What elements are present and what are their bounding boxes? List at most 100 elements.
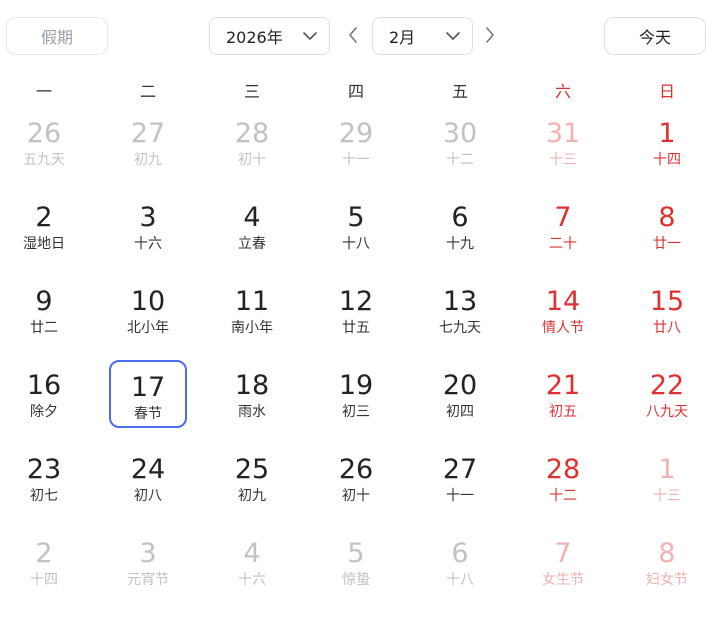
lunar-date-label: 初七 [30, 488, 58, 504]
day-cell[interactable]: 11 南小年 [213, 276, 291, 344]
weekday-label: 二 [139, 82, 156, 101]
day-cell[interactable]: 4 十六 [213, 528, 291, 596]
year-select-value: 2026年 [226, 28, 283, 47]
day-cell[interactable]: 22 八九天 [628, 360, 706, 428]
lunar-date-label: 二十 [549, 236, 577, 252]
day-number: 8 [658, 538, 676, 569]
lunar-date-label: 十一 [342, 152, 370, 168]
lunar-date-label: 十九 [446, 236, 474, 252]
lunar-date-label: 十六 [238, 572, 266, 588]
day-number: 8 [658, 202, 676, 233]
day-cell[interactable]: 28 初十 [213, 108, 291, 176]
day-cell[interactable]: 10 北小年 [109, 276, 187, 344]
day-cell[interactable]: 8 妇女节 [628, 528, 706, 596]
day-cell[interactable]: 2 十四 [5, 528, 83, 596]
chevron-left-icon[interactable] [348, 27, 358, 43]
chevron-right-icon[interactable] [485, 27, 495, 43]
lunar-date-label: 女生节 [542, 572, 584, 588]
day-cell[interactable]: 13 七九天 [421, 276, 499, 344]
lunar-date-label: 十二 [446, 152, 474, 168]
day-cell[interactable]: 7 二十 [524, 192, 602, 260]
lunar-date-label: 初九 [238, 488, 266, 504]
day-cell[interactable]: 26 初十 [317, 444, 395, 512]
weekday-header: 一二三四五六日 [0, 78, 722, 102]
day-cell[interactable]: 1 十四 [628, 108, 706, 176]
lunar-date-label: 除夕 [30, 404, 58, 420]
day-number: 14 [545, 286, 581, 317]
day-cell[interactable]: 18 雨水 [213, 360, 291, 428]
day-cell[interactable]: 12 廿五 [317, 276, 395, 344]
day-cell[interactable]: 14 情人节 [524, 276, 602, 344]
day-number: 6 [451, 538, 469, 569]
day-cell[interactable]: 5 惊蛰 [317, 528, 395, 596]
lunar-date-label: 春节 [134, 406, 162, 422]
day-cell[interactable]: 28 十二 [524, 444, 602, 512]
day-cell-selected[interactable]: 17 春节 [109, 360, 187, 428]
day-number: 22 [649, 370, 685, 401]
day-number: 9 [35, 286, 53, 317]
day-number: 13 [442, 286, 478, 317]
month-select[interactable]: 2月 [372, 17, 473, 55]
weekday-label: 六 [554, 82, 571, 101]
day-cell[interactable]: 16 除夕 [5, 360, 83, 428]
day-cell[interactable]: 25 初九 [213, 444, 291, 512]
day-number: 28 [234, 118, 270, 149]
lunar-date-label: 廿五 [342, 320, 370, 336]
day-cell[interactable]: 26 五九天 [5, 108, 83, 176]
day-cell[interactable]: 21 初五 [524, 360, 602, 428]
day-cell[interactable]: 24 初八 [109, 444, 187, 512]
day-number: 24 [130, 454, 166, 485]
day-cell[interactable]: 7 女生节 [524, 528, 602, 596]
lunar-date-label: 初十 [342, 488, 370, 504]
day-cell[interactable]: 2 湿地日 [5, 192, 83, 260]
day-cell[interactable]: 31 十三 [524, 108, 602, 176]
day-cell[interactable]: 20 初四 [421, 360, 499, 428]
day-cell[interactable]: 6 十八 [421, 528, 499, 596]
day-cell[interactable]: 15 廿八 [628, 276, 706, 344]
day-cell[interactable]: 6 十九 [421, 192, 499, 260]
weekday-label: 日 [658, 82, 675, 101]
day-number: 18 [234, 370, 270, 401]
day-number: 5 [347, 538, 365, 569]
day-number: 20 [442, 370, 478, 401]
day-cell[interactable]: 23 初七 [5, 444, 83, 512]
day-cell[interactable]: 29 十一 [317, 108, 395, 176]
day-cell[interactable]: 8 廿一 [628, 192, 706, 260]
day-number: 1 [658, 118, 676, 149]
lunar-date-label: 立春 [238, 236, 266, 252]
day-cell[interactable]: 1 十三 [628, 444, 706, 512]
day-number: 15 [649, 286, 685, 317]
lunar-date-label: 雨水 [238, 404, 266, 420]
day-cell[interactable]: 19 初三 [317, 360, 395, 428]
day-cell[interactable]: 27 十一 [421, 444, 499, 512]
day-number: 5 [347, 202, 365, 233]
day-cell[interactable]: 4 立春 [213, 192, 291, 260]
lunar-date-label: 初十 [238, 152, 266, 168]
day-number: 26 [338, 454, 374, 485]
day-number: 12 [338, 286, 374, 317]
chevron-down-icon [446, 32, 460, 40]
lunar-date-label: 元宵节 [127, 572, 169, 588]
lunar-date-label: 廿八 [653, 320, 681, 336]
day-number: 2 [35, 202, 53, 233]
day-cell[interactable]: 3 十六 [109, 192, 187, 260]
day-number: 31 [545, 118, 581, 149]
calendar-toolbar: 假期 2026年 2月 今天 [0, 0, 722, 74]
day-cell[interactable]: 30 十二 [421, 108, 499, 176]
day-number: 6 [451, 202, 469, 233]
holiday-button[interactable]: 假期 [6, 17, 108, 55]
day-cell[interactable]: 3 元宵节 [109, 528, 187, 596]
day-number: 28 [545, 454, 581, 485]
day-number: 26 [26, 118, 62, 149]
day-number: 4 [243, 538, 261, 569]
today-button[interactable]: 今天 [604, 17, 706, 55]
day-number: 23 [26, 454, 62, 485]
day-number: 17 [130, 372, 166, 403]
day-cell[interactable]: 5 十八 [317, 192, 395, 260]
lunar-date-label: 初三 [342, 404, 370, 420]
day-number: 11 [234, 286, 270, 317]
year-select[interactable]: 2026年 [209, 17, 330, 55]
day-cell[interactable]: 9 廿二 [5, 276, 83, 344]
day-cell[interactable]: 27 初九 [109, 108, 187, 176]
lunar-date-label: 八九天 [646, 404, 688, 420]
